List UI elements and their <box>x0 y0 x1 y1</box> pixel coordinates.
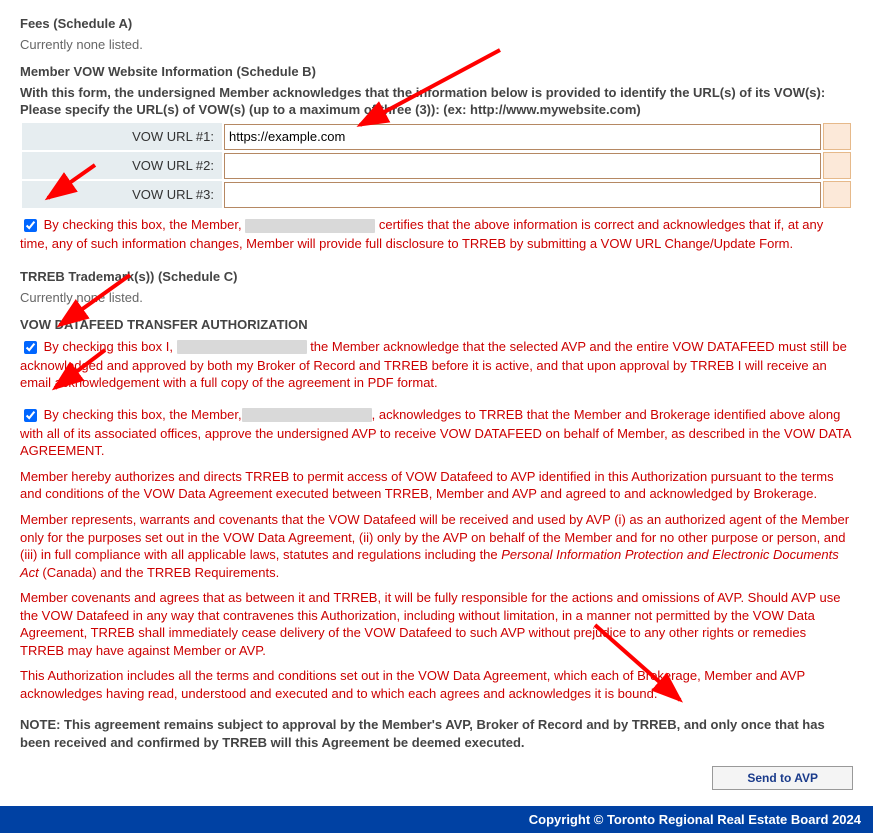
vow-cert-checkbox[interactable] <box>24 219 37 232</box>
vow-url3-input[interactable] <box>224 182 821 208</box>
trademark-heading: TRREB Trademark(s)) (Schedule C) <box>20 269 853 284</box>
vow-heading: Member VOW Website Information (Schedule… <box>20 64 853 79</box>
vow-url2-status <box>823 152 851 179</box>
datafeed-ack2-line: By checking this box, the Member,, ackno… <box>20 406 853 460</box>
send-to-avp-button[interactable]: Send to AVP <box>712 766 853 790</box>
vow-intro-2: Please specify the URL(s) of VOW(s) (up … <box>20 102 853 117</box>
datafeed-ack2-before: By checking this box, the Member, <box>44 407 242 422</box>
datafeed-ack1-line: By checking this box I, the Member ackno… <box>20 338 853 392</box>
fees-status: Currently none listed. <box>20 37 853 52</box>
datafeed-ack2-checkbox[interactable] <box>24 409 37 422</box>
para-represents: Member represents, warrants and covenant… <box>20 511 853 581</box>
vow-cert-line: By checking this box, the Member, certif… <box>20 216 853 253</box>
vow-url-table: VOW URL #1: VOW URL #2: VOW URL #3: <box>20 121 853 210</box>
para-represents-2: (Canada) and the TRREB Requirements. <box>39 565 279 580</box>
para-auth-includes: This Authorization includes all the term… <box>20 667 853 702</box>
redacted-name-3 <box>242 408 372 422</box>
vow-url2-label: VOW URL #2: <box>22 152 222 179</box>
vow-cert-text-before: By checking this box, the Member, <box>44 217 246 232</box>
datafeed-heading: VOW DATAFEED TRANSFER AUTHORIZATION <box>20 317 853 332</box>
vow-url1-label: VOW URL #1: <box>22 123 222 150</box>
fees-heading: Fees (Schedule A) <box>20 16 853 31</box>
datafeed-ack1-checkbox[interactable] <box>24 341 37 354</box>
vow-url3-status <box>823 181 851 208</box>
footer-copyright: Copyright © Toronto Regional Real Estate… <box>0 806 873 833</box>
datafeed-ack1-before: By checking this box I, <box>44 339 177 354</box>
vow-url2-input[interactable] <box>224 153 821 179</box>
para-covenants: Member covenants and agrees that as betw… <box>20 589 853 659</box>
para-authorize: Member hereby authorizes and directs TRR… <box>20 468 853 503</box>
vow-url1-status <box>823 123 851 150</box>
vow-url3-label: VOW URL #3: <box>22 181 222 208</box>
redacted-name-1 <box>245 219 375 233</box>
trademark-status: Currently none listed. <box>20 290 853 305</box>
approval-note: NOTE: This agreement remains subject to … <box>20 716 853 751</box>
redacted-name-2 <box>177 340 307 354</box>
vow-url1-input[interactable] <box>224 124 821 150</box>
vow-intro-1: With this form, the undersigned Member a… <box>20 85 853 100</box>
